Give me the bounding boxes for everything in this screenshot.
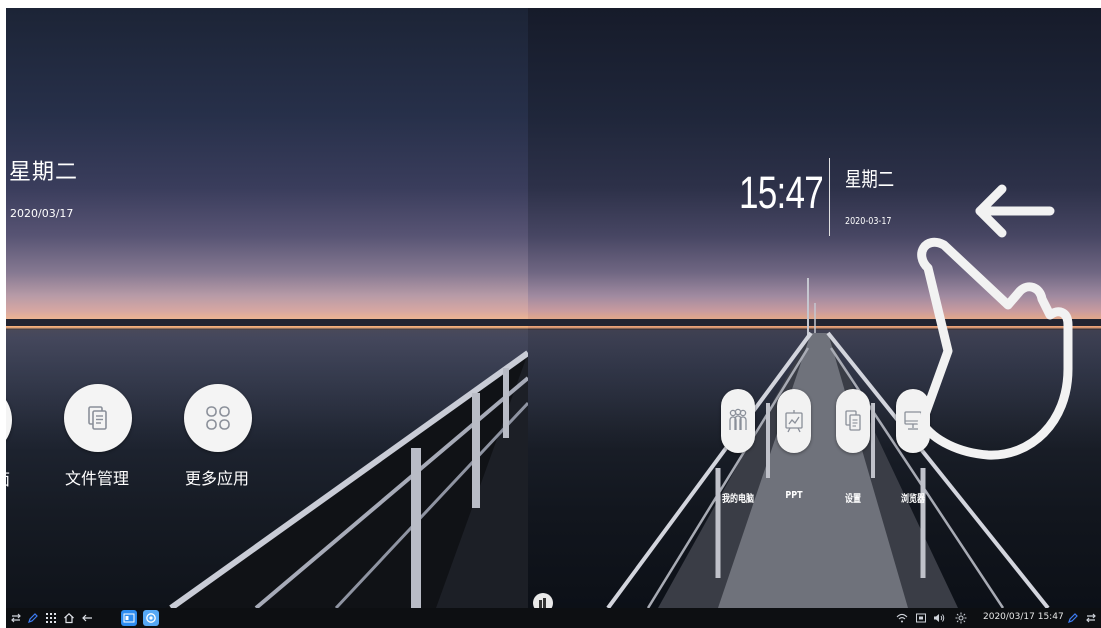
clock-time: 15:47: [739, 167, 824, 218]
file-manager-icon: [88, 406, 107, 430]
back-icon[interactable]: [80, 611, 94, 625]
clock-divider: [829, 158, 830, 236]
swap-icon[interactable]: [1084, 611, 1098, 625]
ppt-button[interactable]: [777, 389, 811, 453]
partial-app-label: 面: [6, 466, 10, 490]
swipe-left-hand-icon: [917, 184, 1073, 460]
settings-button[interactable]: [836, 389, 870, 453]
apps-grid-icon[interactable]: [44, 611, 58, 625]
pier-image: [166, 350, 528, 608]
files-icon: [845, 410, 861, 431]
screen-icon[interactable]: [914, 611, 928, 625]
volume-icon[interactable]: [932, 611, 946, 625]
whiteboard-icon: [785, 410, 803, 433]
browser-label: 浏览器: [901, 494, 925, 505]
weekday-text: 星期二: [9, 160, 79, 185]
taskbar-datetime: 2020/03/17 15:47: [983, 612, 1064, 622]
right-home-screen: 15:47 星期二 2020-03-17 我的电脑 PPT 设置 浏览器: [528, 8, 1101, 608]
wifi-icon[interactable]: [895, 611, 909, 625]
my-computer-label: 我的电脑: [722, 494, 754, 505]
date-text: 2020-03-17: [845, 216, 892, 227]
home-icon[interactable]: [62, 611, 76, 625]
browser-app-icon[interactable]: [143, 610, 159, 626]
taskbar: 2020/03/17 15:47: [6, 608, 1101, 628]
screen: 星期二 2020/03/17 面 文件管理: [0, 0, 1101, 628]
file-manager-button[interactable]: [64, 384, 132, 452]
date-text: 2020/03/17: [10, 207, 74, 220]
my-computer-button[interactable]: [721, 389, 755, 453]
swap-icon[interactable]: [9, 611, 23, 625]
people-icon: [729, 408, 747, 430]
brightness-icon[interactable]: [954, 611, 968, 625]
window-app-icon[interactable]: [121, 610, 137, 626]
more-apps-icon: [206, 406, 230, 430]
left-home-screen: 星期二 2020/03/17 面 文件管理: [6, 8, 528, 608]
settings-label: 设置: [845, 494, 861, 505]
file-manager-label: 文件管理: [65, 469, 130, 488]
more-apps-label: 更多应用: [185, 469, 250, 488]
ppt-label: PPT: [785, 490, 803, 501]
pen-icon[interactable]: [1066, 611, 1080, 625]
weekday-text: 星期二: [845, 167, 895, 191]
more-apps-button[interactable]: [184, 384, 252, 452]
pen-icon[interactable]: [26, 611, 40, 625]
desktop-frame: 星期二 2020/03/17 面 文件管理: [6, 8, 1101, 628]
